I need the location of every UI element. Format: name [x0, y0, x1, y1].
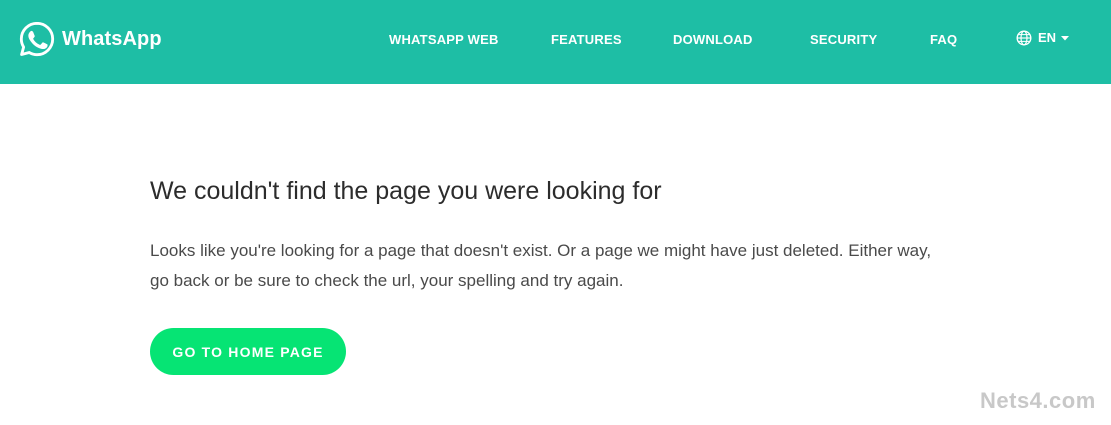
- site-header: WhatsApp WHATSAPP WEB FEATURES DOWNLOAD …: [0, 0, 1111, 84]
- page-title: We couldn't find the page you were looki…: [150, 177, 662, 205]
- nav-download[interactable]: DOWNLOAD: [673, 32, 753, 47]
- caret-down-icon: [1061, 35, 1070, 40]
- globe-icon: [1016, 30, 1032, 46]
- go-to-home-page-button[interactable]: GO TO HOME PAGE: [150, 328, 346, 375]
- whatsapp-logo-icon: [19, 21, 55, 57]
- nav-whatsapp-web[interactable]: WHATSAPP WEB: [389, 32, 499, 47]
- watermark: Nets4.com: [980, 388, 1096, 413]
- nav-faq[interactable]: FAQ: [930, 32, 957, 47]
- brand-home-link[interactable]: WhatsApp: [18, 20, 162, 58]
- language-selector[interactable]: EN: [1016, 30, 1070, 46]
- brand-name: WhatsApp: [62, 27, 162, 50]
- nav-security[interactable]: SECURITY: [810, 32, 877, 47]
- error-message: Looks like you're looking for a page tha…: [150, 241, 932, 290]
- nav-features[interactable]: FEATURES: [551, 32, 622, 47]
- language-code: EN: [1038, 30, 1057, 45]
